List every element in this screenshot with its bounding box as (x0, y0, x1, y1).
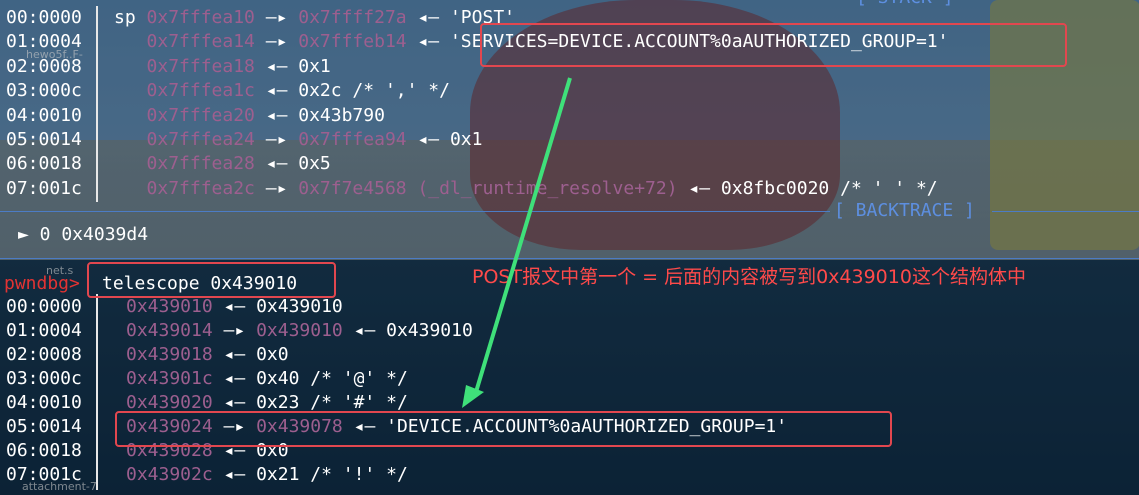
pointer-arrow (462, 77, 572, 408)
